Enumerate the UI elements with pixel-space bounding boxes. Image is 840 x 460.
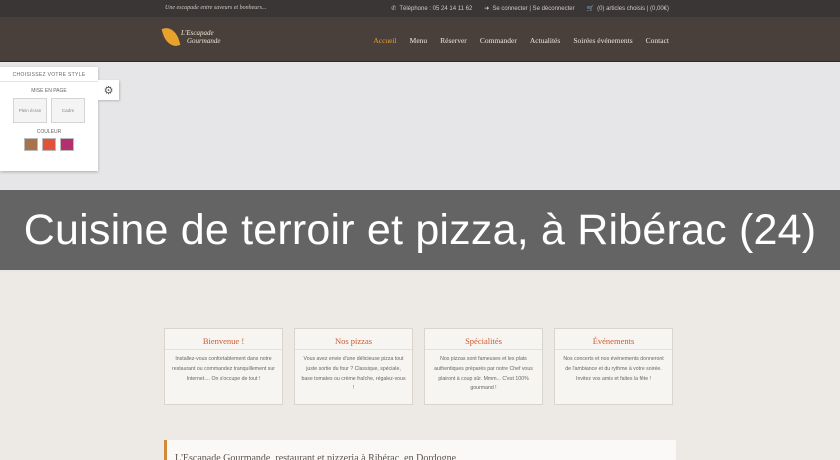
style-toggle-button[interactable]: ⚙ bbox=[98, 80, 119, 100]
main-menu: Accueil Menu Réserver Commander Actualit… bbox=[373, 36, 669, 45]
phone-info: ✆ Téléphone : 05 24 14 11 62 bbox=[391, 5, 473, 13]
article-title: L'Escapade Gourmande, restaurant et pizz… bbox=[175, 453, 457, 460]
top-info-bar: Une escapade entre saveurs et bonheurs..… bbox=[0, 0, 840, 17]
cart-link[interactable]: 🛒 (0) articles choisis | (0,00€) bbox=[586, 5, 669, 13]
layout-heading: MISE EN PAGE bbox=[31, 88, 67, 94]
feature-title[interactable]: Nos pizzas bbox=[295, 329, 412, 350]
color-heading: COULEUR bbox=[36, 129, 62, 135]
feature-box-specialites: Spécialités Nos pizzas sont fameuses et … bbox=[424, 328, 543, 405]
phone-text: Téléphone : 05 24 14 11 62 bbox=[399, 5, 473, 12]
content-area bbox=[0, 272, 840, 460]
menu-item-accueil[interactable]: Accueil bbox=[373, 36, 396, 45]
phone-icon: ✆ bbox=[391, 6, 397, 12]
menu-item-actualites[interactable]: Actualités bbox=[530, 36, 560, 45]
menu-item-reserver[interactable]: Réserver bbox=[440, 36, 467, 45]
feature-text: Installez-vous confortablement dans notr… bbox=[172, 356, 275, 382]
style-panel-title: CHOISISSEZ VOTRE STYLE bbox=[0, 67, 98, 82]
gear-icon: ⚙ bbox=[103, 84, 114, 97]
style-switcher-panel: CHOISISSEZ VOTRE STYLE MISE EN PAGE Plei… bbox=[0, 67, 98, 171]
leaf-logo-icon bbox=[161, 25, 181, 49]
cart-icon: 🛒 bbox=[586, 6, 595, 12]
cart-text[interactable]: (0) articles choisis | (0,00€) bbox=[597, 6, 669, 12]
login-icon: ➜ bbox=[484, 6, 490, 12]
login-link[interactable]: ➜ Se connecter | Se déconnecter bbox=[484, 5, 574, 13]
site-logo[interactable]: L'Escapade Gourmande bbox=[161, 25, 220, 49]
intro-article: L'Escapade Gourmande, restaurant et pizz… bbox=[164, 440, 676, 460]
feature-box-evenements: Événements Nos concerts et nos événement… bbox=[554, 328, 673, 405]
menu-item-contact[interactable]: Contact bbox=[646, 36, 669, 45]
color-swatch-brown[interactable] bbox=[24, 138, 38, 151]
layout-fullscreen-option[interactable]: Plein écran bbox=[13, 98, 47, 123]
feature-title[interactable]: Spécialités bbox=[425, 329, 542, 350]
color-swatch-magenta[interactable] bbox=[60, 138, 74, 151]
layout-boxed-option[interactable]: Cadre bbox=[51, 98, 85, 123]
logo-line-1: L'Escapade bbox=[181, 29, 214, 37]
site-tagline: Une escapade entre saveurs et bonheurs..… bbox=[165, 5, 267, 11]
feature-text: Nos pizzas sont fameuses et les plats au… bbox=[434, 356, 533, 392]
color-swatch-red[interactable] bbox=[42, 138, 56, 151]
hero-caption: Cuisine de terroir et pizza, à Ribérac (… bbox=[0, 190, 840, 270]
logo-line-2: Gourmande bbox=[187, 37, 221, 45]
feature-box-bienvenue: Bienvenue ! Installez-vous confortableme… bbox=[164, 328, 283, 405]
menu-item-soirees-evenements[interactable]: Soirées événements bbox=[573, 36, 632, 45]
login-text[interactable]: Se connecter | Se déconnecter bbox=[492, 6, 574, 12]
main-navbar: L'Escapade Gourmande Accueil Menu Réserv… bbox=[0, 17, 840, 62]
feature-title[interactable]: Événements bbox=[555, 329, 672, 350]
layout-options: Plein écran Cadre bbox=[0, 98, 98, 123]
color-options bbox=[0, 138, 98, 151]
feature-box-pizzas: Nos pizzas Vous avez envie d'une délicie… bbox=[294, 328, 413, 405]
menu-item-menu[interactable]: Menu bbox=[410, 36, 428, 45]
menu-item-commander[interactable]: Commander bbox=[480, 36, 517, 45]
feature-text: Vous avez envie d'une délicieuse pizza t… bbox=[301, 356, 406, 392]
top-info-links: ✆ Téléphone : 05 24 14 11 62 ➜ Se connec… bbox=[391, 5, 669, 13]
feature-text: Nos concerts et nos événements donneront… bbox=[563, 356, 664, 382]
feature-title[interactable]: Bienvenue ! bbox=[165, 329, 282, 350]
logo-wordmark: L'Escapade Gourmande bbox=[181, 29, 220, 45]
